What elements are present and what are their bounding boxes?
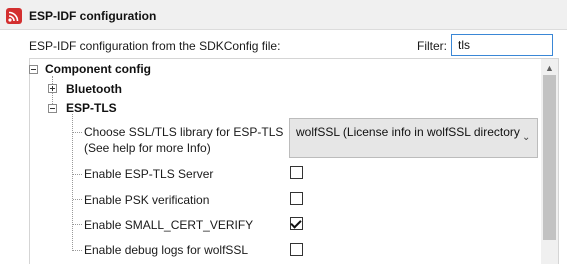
tree-line	[73, 132, 82, 133]
enable-tls-server-label: Enable ESP-TLS Server	[84, 167, 214, 181]
ssl-library-selected: wolfSSL (License info in wolfSSL directo…	[296, 125, 520, 139]
tree-line	[73, 250, 82, 251]
tree-line	[72, 114, 73, 251]
title-bar: ESP-IDF configuration	[0, 0, 567, 30]
esp-idf-logo-icon	[6, 8, 22, 24]
tree-node-esp-tls[interactable]: ESP-TLS	[66, 101, 117, 115]
tree-line	[73, 224, 82, 225]
window-title: ESP-IDF configuration	[29, 9, 157, 23]
enable-tls-server-checkbox[interactable]	[290, 166, 303, 179]
minus-box-icon[interactable]	[29, 65, 38, 74]
scroll-thumb[interactable]	[543, 75, 556, 240]
wolfssl-debug-logs-label: Enable debug logs for wolfSSL	[84, 243, 249, 257]
triangle-up-icon[interactable]: ▲	[545, 63, 554, 73]
enable-psk-label: Enable PSK verification	[84, 193, 210, 207]
enable-psk-checkbox[interactable]	[290, 192, 303, 205]
ssl-library-label: Choose SSL/TLS library for ESP-TLS	[84, 125, 284, 139]
filter-label: Filter:	[417, 39, 447, 53]
tree-node-bluetooth[interactable]: Bluetooth	[66, 82, 122, 96]
plus-box-icon[interactable]	[48, 84, 57, 93]
wolfssl-debug-logs-checkbox[interactable]	[290, 243, 303, 256]
tree-line	[73, 199, 82, 200]
checkmark-icon	[290, 217, 302, 229]
config-source-label: ESP-IDF configuration from the SDKConfig…	[29, 39, 281, 53]
minus-box-icon[interactable]	[48, 104, 57, 113]
tree-node-component-config[interactable]: Component config	[45, 62, 151, 76]
ssl-library-help: (See help for more Info)	[84, 141, 211, 155]
tree-line	[73, 174, 82, 175]
filter-input[interactable]	[451, 34, 553, 56]
vertical-scrollbar[interactable]: ▲	[541, 59, 558, 264]
small-cert-verify-checkbox[interactable]	[290, 217, 303, 230]
ssl-library-select[interactable]: wolfSSL (License info in wolfSSL directo…	[289, 118, 538, 158]
small-cert-verify-label: Enable SMALL_CERT_VERIFY	[84, 218, 254, 232]
chevron-down-icon: ⌄	[522, 132, 531, 143]
